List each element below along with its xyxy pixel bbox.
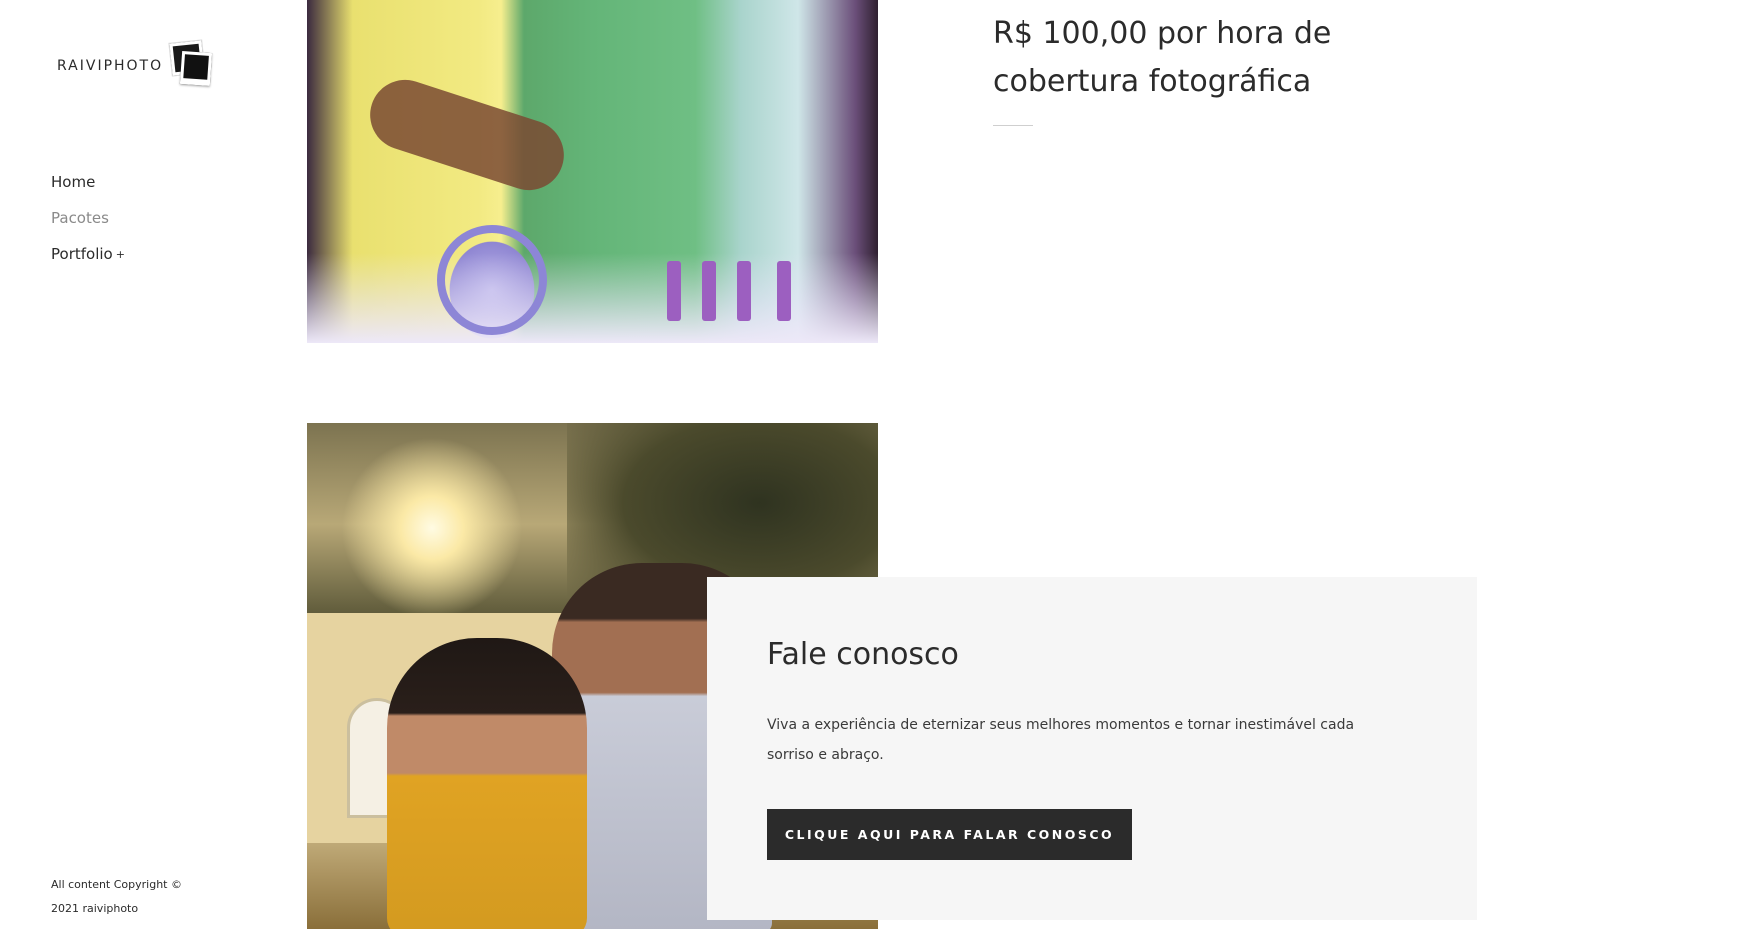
nav-item-portfolio[interactable]: Portfolio +: [51, 244, 125, 265]
nav-item-label: Home: [51, 173, 96, 191]
nav-item-label: Portfolio: [51, 245, 113, 263]
contact-card: Fale conosco Viva a experiência de etern…: [707, 577, 1477, 920]
polaroid-logo-icon: [168, 39, 213, 87]
footer-copyright: All content Copyright © 2021 raiviphoto: [51, 873, 182, 921]
contact-title: Fale conosco: [767, 637, 959, 672]
family-party-photo: [307, 0, 878, 343]
nav-item-home[interactable]: Home: [51, 172, 125, 193]
expand-plus-icon: +: [115, 248, 125, 261]
logo-text: RAIVIPHOTO: [57, 58, 164, 74]
nav-item-label: Pacotes: [51, 209, 109, 227]
main-nav: Home Pacotes Portfolio +: [51, 172, 125, 280]
contact-button[interactable]: CLIQUE AQUI PARA FALAR CONOSCO: [767, 809, 1132, 860]
site-logo[interactable]: RAIVIPHOTO: [57, 39, 213, 87]
divider: [993, 125, 1033, 126]
contact-description: Viva a experiência de eternizar seus mel…: [767, 717, 1355, 763]
package-price: R$ 100,00 por hora de cobertura fotográf…: [993, 16, 1332, 99]
copyright-line: All content Copyright ©: [51, 878, 182, 891]
copyright-line: 2021 raiviphoto: [51, 902, 139, 915]
nav-item-pacotes[interactable]: Pacotes: [51, 208, 125, 229]
